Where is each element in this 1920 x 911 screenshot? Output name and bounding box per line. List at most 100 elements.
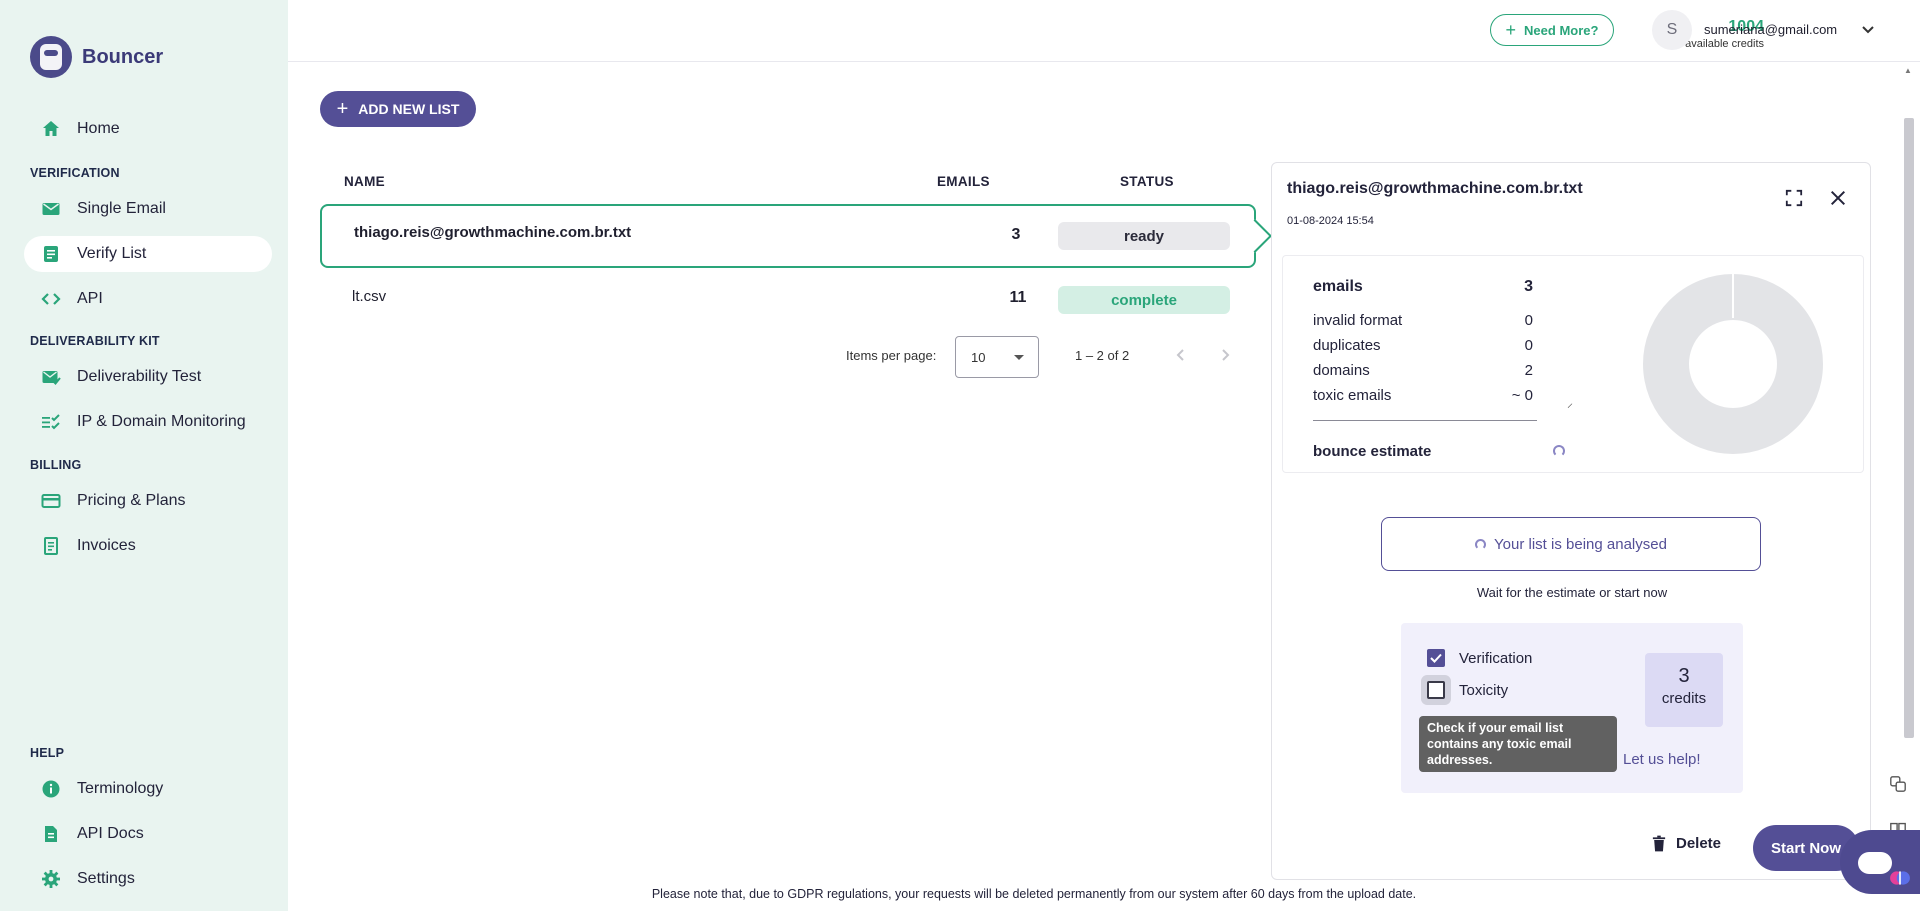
- trash-icon: [1652, 835, 1666, 852]
- sidebar-item-single-email[interactable]: Single Email: [24, 191, 272, 227]
- add-new-list-label: ADD NEW LIST: [358, 101, 460, 117]
- row-list-name: thiago.reis@growthmachine.com.br.txt: [354, 224, 632, 241]
- panel-date: 01-08-2024 15:54: [1287, 215, 1374, 227]
- sidebar: Bouncer Home VERIFICATION Single Email V…: [0, 0, 288, 911]
- user-email[interactable]: sumeriana@gmail.com: [1704, 22, 1837, 37]
- gear-icon: [41, 869, 61, 889]
- column-header-emails[interactable]: EMAILS: [937, 174, 990, 189]
- loading-spinner-icon: [1553, 445, 1565, 457]
- sidebar-item-invoices[interactable]: Invoices: [24, 528, 272, 564]
- delete-label: Delete: [1676, 835, 1722, 852]
- divider: [1313, 420, 1537, 421]
- cost-credits-label: credits: [1661, 690, 1707, 707]
- sidebar-item-label: Pricing & Plans: [77, 492, 186, 509]
- analysis-status-box: Your list is being analysed: [1381, 517, 1761, 571]
- sidebar-item-deliverability-test[interactable]: Deliverability Test: [24, 359, 272, 395]
- stat-value: ~ 0: [1511, 387, 1533, 404]
- loading-spinner-icon: [1475, 538, 1487, 550]
- row-list-name: lt.csv: [352, 288, 387, 305]
- stat-label: invalid format: [1313, 312, 1403, 329]
- let-us-help-link[interactable]: Let us help!: [1623, 751, 1701, 768]
- sidebar-item-terminology[interactable]: Terminology: [24, 771, 272, 807]
- info-icon: [41, 779, 61, 799]
- sidebar-item-label: Deliverability Test: [77, 368, 202, 385]
- caret-down-icon: [1014, 355, 1024, 360]
- plus-icon: +: [336, 98, 349, 120]
- document-icon: [41, 824, 61, 844]
- list-document-icon: [41, 244, 61, 264]
- stat-label: emails: [1313, 278, 1363, 295]
- section-verification: VERIFICATION: [30, 166, 120, 180]
- section-deliverability-kit: DELIVERABILITY KIT: [30, 334, 160, 348]
- sidebar-item-ip-domain-monitoring[interactable]: IP & Domain Monitoring: [24, 404, 272, 440]
- cost-credits: 3 credits: [1645, 653, 1723, 727]
- verification-label: Verification: [1459, 649, 1533, 667]
- sidebar-item-verify-list[interactable]: Verify List: [24, 236, 272, 272]
- sidebar-item-api[interactable]: API: [24, 281, 272, 317]
- sidebar-item-label: Terminology: [77, 780, 164, 797]
- gdpr-notice: Please note that, due to GDPR regulation…: [651, 887, 1417, 901]
- scroll-up-arrow-icon[interactable]: ▲: [1904, 66, 1914, 76]
- checklist-icon: [41, 412, 61, 432]
- items-per-page-select[interactable]: 10: [955, 336, 1039, 378]
- column-header-status[interactable]: STATUS: [1120, 174, 1174, 189]
- previous-page-button[interactable]: [1172, 346, 1190, 364]
- verification-option[interactable]: Verification: [1427, 649, 1532, 667]
- stat-value: 3: [1524, 278, 1533, 295]
- section-help: HELP: [30, 746, 65, 760]
- delete-button[interactable]: Delete: [1652, 835, 1721, 852]
- sidebar-item-label: Invoices: [77, 537, 136, 554]
- credit-card-icon: [41, 491, 61, 511]
- stat-value: 2: [1524, 362, 1533, 379]
- sidebar-item-pricing-plans[interactable]: Pricing & Plans: [24, 483, 272, 519]
- list-detail-panel: thiago.reis@growthmachine.com.br.txt 01-…: [1271, 162, 1871, 880]
- close-icon: [1830, 190, 1846, 206]
- sidebar-item-label: Settings: [77, 870, 135, 887]
- paginator-range: 1 – 2 of 2: [1075, 348, 1130, 363]
- stat-toxic-emails: toxic emails ~ 0: [1313, 387, 1533, 404]
- stat-duplicates: duplicates 0: [1313, 337, 1533, 354]
- sidebar-item-label: Verify List: [77, 245, 147, 262]
- stat-label: domains: [1313, 362, 1370, 379]
- app-name: Bouncer: [82, 45, 164, 68]
- translate-icon[interactable]: [1884, 770, 1912, 798]
- list-stats: emails 3 invalid format 0 duplicates 0 d…: [1282, 255, 1864, 473]
- envelope-icon: [41, 199, 61, 219]
- row-email-count: 11: [1009, 289, 1027, 306]
- scrollbar-thumb[interactable]: [1904, 118, 1914, 738]
- table-row[interactable]: lt.csv 11 complete: [320, 268, 1256, 332]
- bounce-estimate-label: bounce estimate: [1313, 443, 1432, 460]
- status-badge: complete: [1058, 286, 1230, 314]
- edit-mark-icon: ⸝: [1567, 396, 1574, 410]
- close-button[interactable]: [1826, 186, 1850, 210]
- expand-button[interactable]: [1782, 186, 1806, 210]
- need-more-button[interactable]: + Need More?: [1490, 14, 1614, 46]
- stat-domains: domains 2: [1313, 362, 1533, 379]
- envelope-check-icon: [41, 367, 61, 387]
- home-icon: [41, 119, 61, 139]
- status-badge: ready: [1058, 222, 1230, 250]
- section-billing: BILLING: [30, 458, 82, 472]
- toxicity-option[interactable]: Toxicity: [1427, 681, 1508, 699]
- sidebar-item-label: Single Email: [77, 200, 166, 217]
- stat-label: toxic emails: [1313, 387, 1392, 404]
- column-header-name[interactable]: NAME: [344, 174, 385, 189]
- row-email-count: 3: [1011, 226, 1021, 243]
- items-per-page-label: Items per page:: [846, 348, 937, 363]
- fullscreen-icon: [1785, 189, 1803, 207]
- toxicity-tooltip: Check if your email list contains any to…: [1419, 716, 1617, 772]
- table-row[interactable]: thiago.reis@growthmachine.com.br.txt 3 r…: [320, 204, 1256, 268]
- avatar[interactable]: S: [1652, 10, 1692, 50]
- next-page-button[interactable]: [1216, 346, 1234, 364]
- sidebar-item-label: API: [77, 290, 103, 307]
- stat-value: 0: [1524, 312, 1533, 329]
- app-logo[interactable]: Bouncer: [30, 36, 163, 78]
- sidebar-item-api-docs[interactable]: API Docs: [24, 816, 272, 852]
- verification-checkbox[interactable]: [1427, 649, 1445, 667]
- sidebar-item-label: Home: [77, 120, 120, 137]
- sidebar-item-label: IP & Domain Monitoring: [77, 413, 246, 430]
- chevron-down-icon[interactable]: [1860, 22, 1876, 38]
- sidebar-item-home[interactable]: Home: [24, 111, 272, 147]
- add-new-list-button[interactable]: + ADD NEW LIST: [320, 91, 476, 127]
- toxicity-checkbox[interactable]: [1427, 681, 1445, 699]
